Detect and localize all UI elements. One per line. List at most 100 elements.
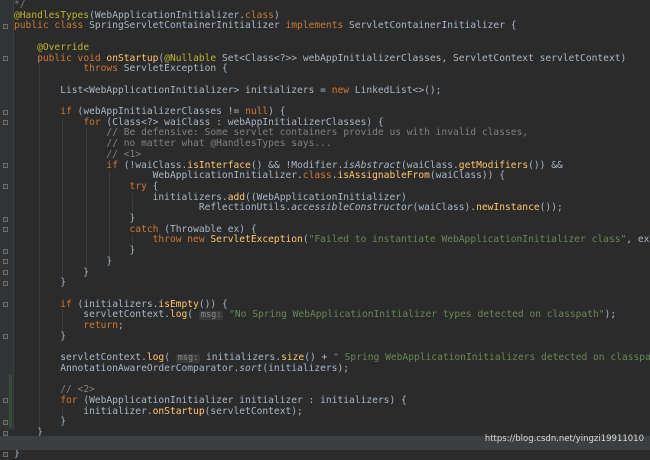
code-token: }	[14, 277, 66, 289]
code-line[interactable]: throws ServletException {	[14, 63, 650, 75]
code-token: (initializers.	[77, 298, 159, 310]
watermark-url: https://blog.csdn.net/yingzi19911010	[484, 434, 644, 444]
fold-marker-icon[interactable]	[3, 163, 8, 168]
fold-marker-icon[interactable]	[3, 56, 8, 61]
fold-marker-icon[interactable]	[3, 120, 8, 126]
code-token: public void	[37, 52, 107, 64]
code-token: size	[281, 352, 305, 364]
code-token: implements	[285, 20, 350, 32]
code-token: (waiClass.	[401, 159, 459, 171]
fold-marker-icon[interactable]	[3, 430, 8, 436]
code-token: (initializers);	[262, 362, 350, 374]
code-token: throw new	[152, 234, 211, 246]
parameter-hint: msg:	[198, 310, 224, 321]
code-line[interactable]: }	[14, 267, 650, 279]
code-editor[interactable]: */@HandlesTypes(WebApplicationInitialize…	[0, 0, 650, 459]
vcs-change-marker[interactable]	[9, 374, 12, 428]
code-token: }	[14, 245, 136, 257]
editor-gutter[interactable]	[0, 0, 14, 457]
code-line[interactable]: initializer.onStartup(servletContext);	[14, 405, 650, 418]
code-token: (WebApplicationInitializer.	[89, 9, 246, 21]
code-token: @HandlesTypes	[14, 9, 90, 21]
code-token: if	[106, 159, 124, 171]
code-token: " Spring WebApplicationInitializers dete…	[333, 352, 650, 364]
fold-marker-icon[interactable]	[3, 270, 8, 275]
code-line[interactable]	[14, 375, 650, 386]
code-token: add	[227, 191, 246, 203]
code-token: ((WebApplicationInitializer)	[245, 191, 407, 203]
code-token: }	[14, 255, 113, 267]
code-line[interactable]: AnnotationAwareOrderComparator.sort(init…	[14, 362, 650, 375]
code-token: // <2>	[60, 384, 95, 396]
code-token: ServletContainerInitializer {	[349, 20, 517, 32]
code-token: servletContext.	[14, 352, 147, 364]
code-token: try	[129, 180, 153, 192]
fold-marker-icon[interactable]	[3, 302, 8, 308]
fold-marker-icon[interactable]	[3, 451, 8, 457]
fold-marker-icon[interactable]	[3, 23, 8, 29]
code-token: return	[83, 320, 118, 331]
code-token: "No Spring WebApplicationInitializer typ…	[229, 309, 605, 321]
fold-marker-icon[interactable]	[3, 227, 8, 233]
code-token: throws	[83, 63, 124, 75]
code-line[interactable]: List<WebApplicationInitializer> initiali…	[14, 84, 650, 97]
code-line[interactable]: }	[14, 416, 650, 428]
code-line[interactable]: return;	[14, 320, 650, 332]
code-token: @Override	[37, 41, 90, 53]
code-token: AnnotationAwareOrderComparator.	[14, 362, 240, 374]
code-token: for	[60, 394, 84, 406]
code-token: // no matter what @HandlesTypes says...	[106, 138, 332, 150]
code-token: initializers.	[200, 352, 282, 364]
code-token: new	[331, 84, 355, 96]
fold-marker-icon[interactable]	[3, 184, 8, 190]
code-token: ServletException {	[123, 63, 228, 75]
code-token: (servletContext);	[204, 405, 303, 417]
code-token: public class	[14, 20, 90, 32]
code-token: (!waiClass.	[123, 159, 188, 171]
code-line[interactable]: public class SpringServletContainerIniti…	[14, 21, 650, 32]
code-token: SpringServletContainerInitializer	[89, 20, 286, 32]
code-line[interactable]: }	[14, 331, 650, 343]
code-token: isAbstract	[343, 159, 402, 171]
code-line[interactable]: }	[14, 277, 650, 289]
fold-marker-icon[interactable]	[3, 398, 8, 404]
code-line[interactable]: }	[14, 255, 650, 268]
code-token: }	[14, 448, 20, 460]
code-token: ());	[539, 202, 563, 214]
code-token: class	[245, 9, 274, 21]
code-token: LinkedList<>();	[354, 84, 442, 96]
code-token: );	[604, 309, 617, 321]
fold-marker-icon[interactable]	[3, 280, 8, 286]
code-token: if	[60, 106, 78, 117]
code-token: (WebApplicationInitializer initializer :…	[83, 394, 407, 406]
code-token: null	[245, 106, 269, 117]
fold-marker-icon[interactable]	[3, 334, 8, 340]
code-token: (	[164, 352, 176, 364]
code-token: */	[14, 0, 26, 10]
code-token: }	[14, 213, 136, 224]
fold-marker-icon[interactable]	[3, 216, 8, 222]
code-token: }	[14, 416, 66, 428]
code-token: initializer.	[14, 405, 153, 417]
code-token: isAssignableFrom	[337, 170, 430, 182]
code-token: () +	[304, 352, 334, 364]
fold-marker-icon[interactable]	[3, 259, 8, 265]
fold-marker-icon[interactable]	[3, 248, 8, 254]
code-token: isEmpty	[158, 298, 199, 310]
code-line[interactable]: }	[14, 449, 650, 460]
code-token: // Be defensive: Some servlet containers…	[106, 127, 529, 139]
fold-marker-icon[interactable]	[3, 109, 8, 115]
code-line[interactable]	[14, 32, 650, 43]
fold-marker-icon[interactable]	[3, 419, 8, 425]
